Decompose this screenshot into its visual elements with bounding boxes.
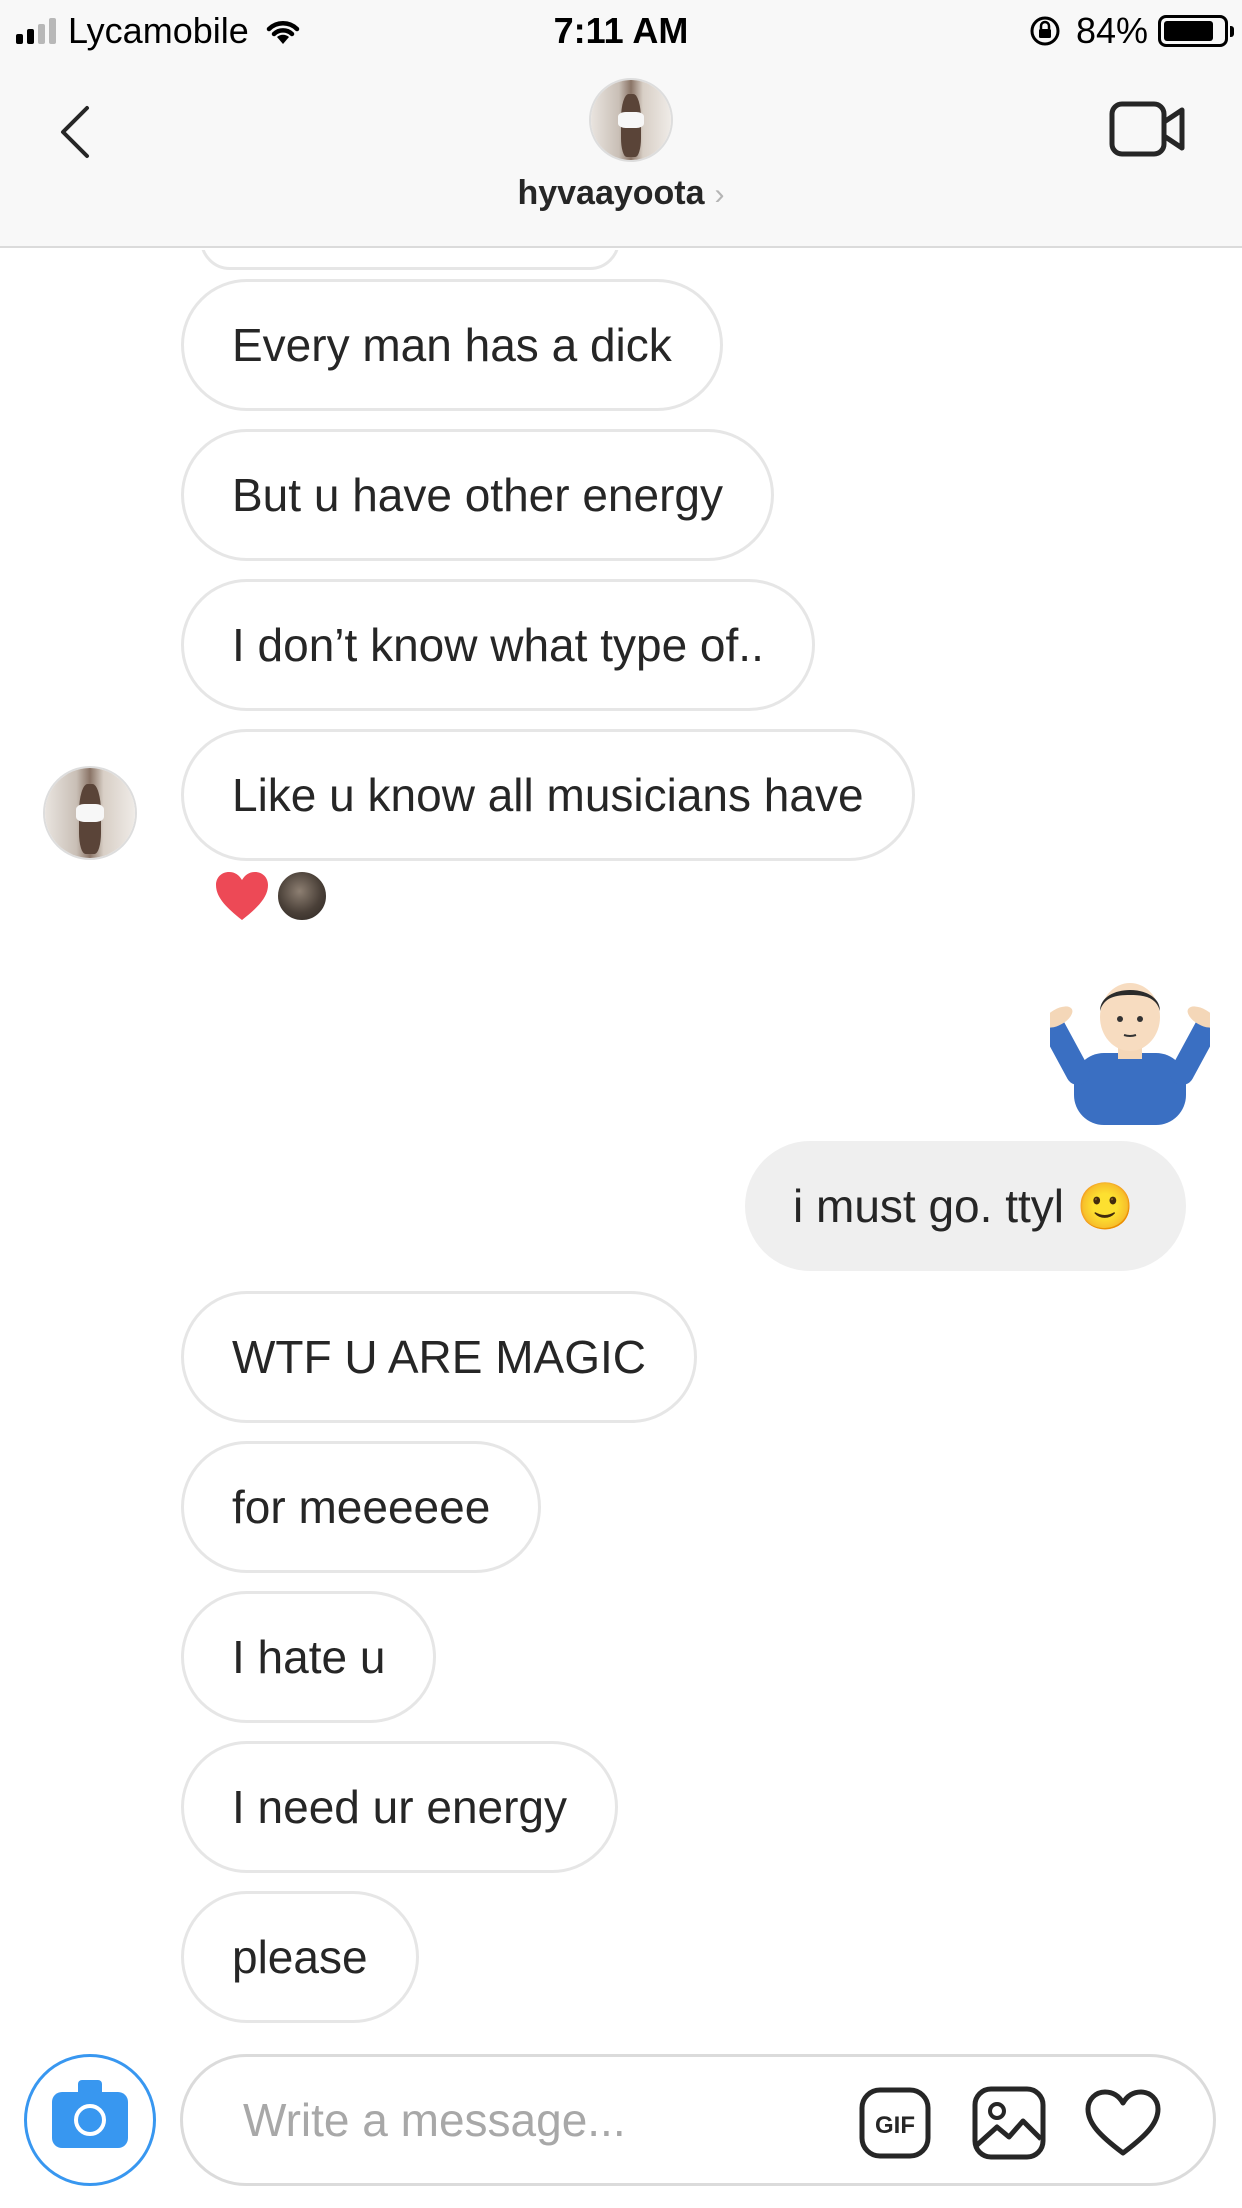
message-text: But u have other energy xyxy=(232,469,723,521)
video-call-icon xyxy=(1109,101,1185,157)
message-reactions[interactable] xyxy=(214,870,328,922)
incoming-message[interactable]: for meeeeee xyxy=(181,1441,542,1573)
incoming-message[interactable]: WTF U ARE MAGIC xyxy=(181,1291,697,1423)
message-text: Like u know all musicians have xyxy=(232,769,864,821)
incoming-message[interactable]: Every man has a dick xyxy=(181,279,723,411)
gif-icon: GIF xyxy=(859,2087,931,2159)
message-text: I need ur energy xyxy=(232,1781,568,1833)
sender-avatar[interactable] xyxy=(43,766,137,860)
message-input[interactable] xyxy=(243,2089,803,2151)
message-text: please xyxy=(232,1931,368,1983)
rotation-lock-icon xyxy=(1030,16,1060,46)
outgoing-message[interactable]: i must go. ttyl 🙂 xyxy=(745,1141,1187,1271)
message-thread[interactable]: Every man has a dick But u have other en… xyxy=(0,250,1242,2040)
incoming-message[interactable]: I don’t know what type of.. xyxy=(181,579,815,711)
video-call-button[interactable] xyxy=(1108,94,1188,164)
incoming-message[interactable]: I hate u xyxy=(181,1591,437,1723)
chat-header: hyvaayoota › xyxy=(0,62,1242,248)
username: hyvaayoota xyxy=(517,174,705,212)
battery-fill xyxy=(1164,21,1213,41)
incoming-message[interactable]: Like u know all musicians have xyxy=(181,729,915,861)
header-avatar[interactable] xyxy=(589,78,673,162)
battery-percent: 84% xyxy=(1075,10,1148,51)
message-text: Every man has a dick xyxy=(232,319,672,371)
gallery-icon xyxy=(972,2086,1046,2160)
like-button[interactable] xyxy=(1083,2083,1163,2163)
incoming-message[interactable]: But u have other energy xyxy=(181,429,774,561)
profile-photo xyxy=(45,768,135,858)
message-text: WTF U ARE MAGIC xyxy=(232,1331,646,1383)
chevron-right-icon: › xyxy=(714,178,725,211)
message-text: for meeeeee xyxy=(232,1481,491,1533)
message-text: i must go. ttyl 🙂 xyxy=(793,1180,1135,1232)
camera-icon xyxy=(52,2080,128,2148)
back-button[interactable] xyxy=(40,92,110,172)
back-icon xyxy=(61,106,89,158)
heart-outline-icon xyxy=(1085,2089,1161,2156)
gif-label: GIF xyxy=(875,2112,915,2139)
status-right: 84% xyxy=(1028,10,1234,52)
gif-button[interactable]: GIF xyxy=(855,2083,935,2163)
outgoing-emoji-message[interactable] xyxy=(1040,965,1220,1125)
message-text: I don’t know what type of.. xyxy=(232,619,764,671)
message-input-container[interactable]: GIF xyxy=(180,2054,1216,2186)
man-shrugging-emoji xyxy=(1040,983,1220,1125)
reactor-avatar xyxy=(276,870,328,922)
username-link[interactable]: hyvaayoota › xyxy=(0,174,1242,213)
clipped-message-bubble xyxy=(200,250,620,270)
battery-icon xyxy=(1158,15,1234,47)
incoming-message[interactable]: please xyxy=(181,1891,419,2023)
gallery-button[interactable] xyxy=(969,2083,1049,2163)
heart-icon xyxy=(216,872,268,920)
message-text: I hate u xyxy=(232,1631,386,1683)
message-composer: GIF xyxy=(0,2040,1242,2208)
profile-photo xyxy=(591,80,671,160)
incoming-message[interactable]: I need ur energy xyxy=(181,1741,619,1873)
camera-button[interactable] xyxy=(24,2054,156,2186)
status-bar: Lycamobile 7:11 AM 84% xyxy=(0,0,1242,62)
